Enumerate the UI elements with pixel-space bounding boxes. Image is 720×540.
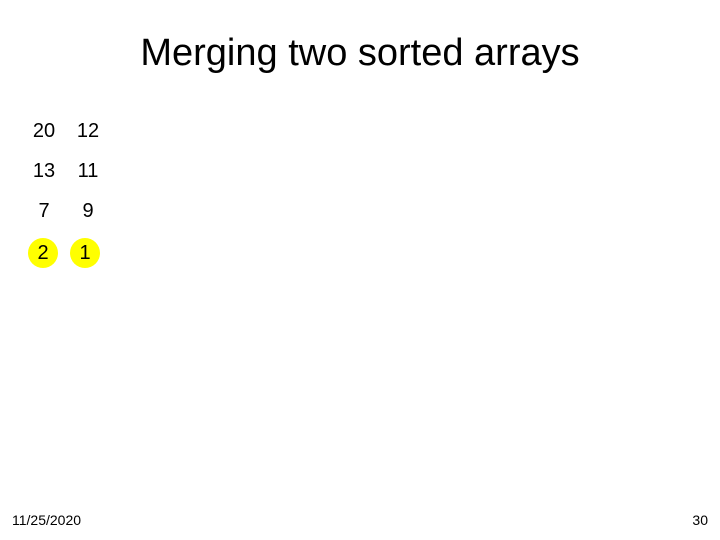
right-cell-2: 9 [72, 198, 104, 224]
left-cell-2: 7 [28, 198, 60, 224]
array-row-0: 20 12 [28, 118, 104, 144]
right-cell-0: 12 [72, 118, 104, 144]
array-row-3: 2 1 [28, 238, 104, 268]
right-cell-3: 1 [70, 238, 100, 268]
footer-date: 11/25/2020 [12, 512, 81, 528]
slide-title: Merging two sorted arrays [0, 0, 720, 75]
arrays-container: 20 12 13 11 7 9 2 1 [28, 118, 104, 282]
array-row-2: 7 9 [28, 198, 104, 224]
left-cell-0: 20 [28, 118, 60, 144]
left-cell-3: 2 [28, 238, 58, 268]
slide-footer: 11/25/2020 30 [0, 512, 720, 528]
right-cell-1: 11 [72, 158, 104, 184]
array-row-1: 13 11 [28, 158, 104, 184]
left-cell-1: 13 [28, 158, 60, 184]
footer-slide-number: 30 [692, 512, 708, 528]
